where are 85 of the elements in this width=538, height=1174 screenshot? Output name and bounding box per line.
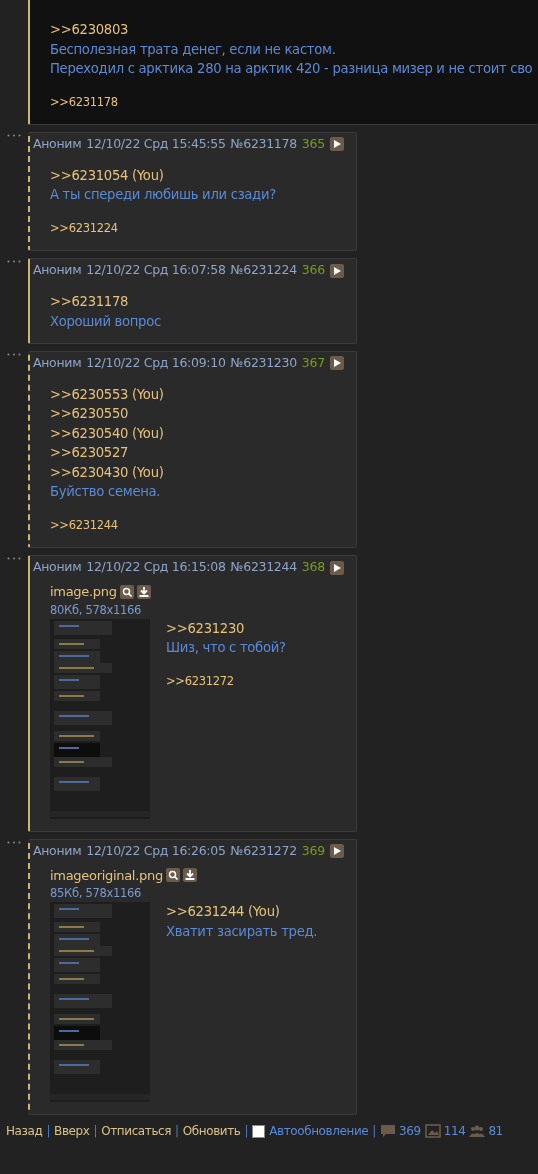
play-icon xyxy=(331,358,342,369)
play-icon xyxy=(331,139,342,150)
reply-link[interactable]: >>6231230 xyxy=(166,618,286,639)
author-name: Аноним xyxy=(33,558,82,577)
author-name: Аноним xyxy=(33,135,82,153)
download-icon xyxy=(138,586,149,597)
reply-link[interactable]: >>6230527 xyxy=(50,443,344,463)
play-button[interactable] xyxy=(329,263,344,278)
download-button[interactable] xyxy=(182,868,197,883)
message-text: Переходил с арктика 280 на арктик 420 - разница мизер и не стоит сво xyxy=(50,60,534,78)
author-name: Аноним xyxy=(33,354,82,372)
count: 369 xyxy=(398,1123,421,1141)
post-date: 12/10/22 Срд 16:07:58 xyxy=(86,261,226,280)
post-number[interactable]: №6231230 xyxy=(230,354,297,373)
search-button[interactable] xyxy=(119,584,134,599)
message-text: Буйство семена. xyxy=(50,483,162,502)
file-info: 80Кб, 578x1166 xyxy=(49,601,143,619)
checkbox-label[interactable]: Автообновление xyxy=(269,1122,369,1141)
post-date: 12/10/22 Срд 16:15:08 xyxy=(86,558,226,577)
backlink[interactable]: >>6231178 xyxy=(50,94,118,109)
message-text: Хватит засирать тред. xyxy=(166,922,318,941)
download-icon xyxy=(184,870,195,881)
menu-dots-icon[interactable] xyxy=(7,353,21,356)
play-button[interactable] xyxy=(329,137,344,152)
speech-bubble-icon xyxy=(379,1124,396,1139)
reply-link[interactable]: >>6230803 xyxy=(50,20,538,40)
reply-link[interactable]: >>6230553 (You) xyxy=(50,384,344,405)
backlink[interactable]: >>6231224 xyxy=(50,220,118,235)
play-icon xyxy=(331,265,342,276)
backlink[interactable]: >>6231272 xyxy=(166,673,234,688)
separator: | xyxy=(175,1123,179,1141)
post-number[interactable]: №6231178 xyxy=(230,135,297,154)
play-icon xyxy=(331,846,342,857)
reply-link[interactable]: >>6231178 xyxy=(50,292,344,312)
post-number[interactable]: №6231272 xyxy=(230,841,297,861)
menu-dots-icon[interactable] xyxy=(7,557,21,561)
reply-link[interactable]: >>6231244 (You) xyxy=(166,902,318,922)
file-name[interactable]: image.png xyxy=(50,582,117,602)
footer-link[interactable]: Вверх xyxy=(54,1122,90,1141)
separator: | xyxy=(93,1123,98,1141)
post-index: 368 xyxy=(301,558,325,577)
play-button[interactable] xyxy=(329,356,344,371)
menu-dots-icon[interactable] xyxy=(7,260,21,264)
post-index: 367 xyxy=(301,354,325,372)
menu-dots-icon[interactable] xyxy=(7,840,21,844)
checkbox[interactable] xyxy=(252,1124,266,1138)
count: 81 xyxy=(488,1123,503,1141)
message-text: А ты спереди любишь или сзади? xyxy=(50,186,277,205)
reply-link[interactable]: >>6231054 (You) xyxy=(50,165,344,186)
post-date: 12/10/22 Срд 15:45:55 xyxy=(86,135,226,153)
post-number[interactable]: №6231224 xyxy=(230,261,297,280)
post-date: 12/10/22 Срд 16:09:10 xyxy=(86,354,226,372)
play-button[interactable] xyxy=(329,844,344,859)
count: 114 xyxy=(443,1123,466,1141)
author-name: Аноним xyxy=(33,841,82,860)
message-text: Хороший вопрос xyxy=(50,312,162,331)
post-index: 366 xyxy=(301,261,325,280)
message-text: Шиз, что с тобой? xyxy=(166,639,286,658)
file-info: 85Кб, 578x1166 xyxy=(49,885,143,902)
play-button[interactable] xyxy=(329,560,344,575)
separator: | xyxy=(46,1123,51,1141)
play-icon xyxy=(331,562,342,573)
reply-link[interactable]: >>6230430 (You) xyxy=(50,462,344,483)
search-button[interactable] xyxy=(165,868,180,883)
post-number[interactable]: №6231244 xyxy=(230,558,297,577)
file-name[interactable]: imageoriginal.png xyxy=(50,865,163,885)
search-icon xyxy=(121,586,132,597)
separator: | xyxy=(372,1123,376,1141)
picture-icon xyxy=(424,1124,441,1139)
author-name: Аноним xyxy=(33,261,82,280)
search-icon xyxy=(167,870,178,881)
post-date: 12/10/22 Срд 16:26:05 xyxy=(86,841,226,860)
message-text: Бесполезная трата денег, если не кастом. xyxy=(50,40,337,59)
post-index: 365 xyxy=(301,135,325,153)
download-button[interactable] xyxy=(136,584,151,599)
post-index: 369 xyxy=(301,841,325,860)
reply-link[interactable]: >>6230550 xyxy=(50,404,344,424)
people-icon xyxy=(469,1124,486,1139)
footer-link[interactable]: Отписаться xyxy=(101,1122,172,1141)
footer-link[interactable]: Обновить xyxy=(182,1122,241,1141)
menu-dots-icon[interactable] xyxy=(7,134,21,137)
separator: | xyxy=(244,1123,249,1141)
footer-link[interactable]: Назад xyxy=(6,1122,43,1141)
reply-link[interactable]: >>6230540 (You) xyxy=(50,423,344,444)
backlink[interactable]: >>6231244 xyxy=(50,517,118,532)
